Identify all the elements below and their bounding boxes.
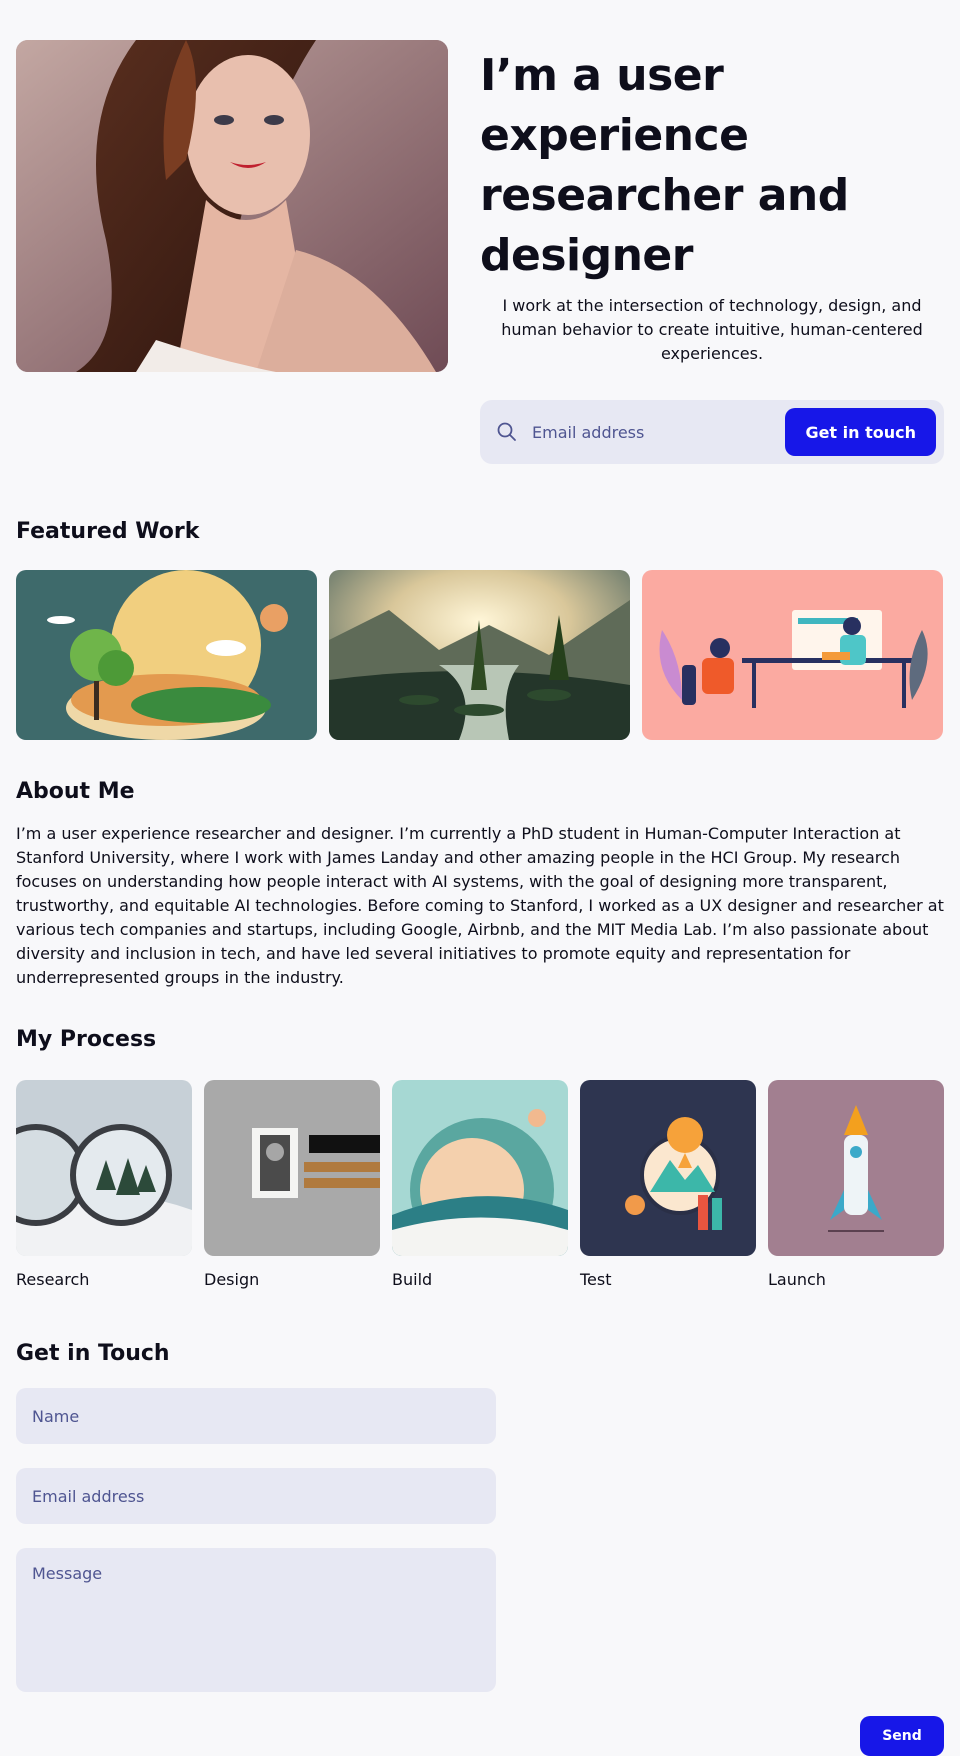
featured-work-title: Featured Work [16,519,200,544]
contact-form [16,1388,496,1692]
process-label: Launch [768,1270,826,1289]
process-label: Research [16,1270,90,1289]
process-label: Test [580,1270,612,1289]
name-field[interactable] [16,1388,496,1444]
featured-work-section: Featured Work [16,518,944,740]
search-icon [496,421,518,443]
contact-title: Get in Touch [16,1341,170,1366]
featured-work-item[interactable] [642,570,943,740]
email-field[interactable] [16,1468,496,1524]
about-title: About Me [16,779,135,804]
hero-subtitle: I work at the intersection of technology… [501,296,923,363]
process-label: Design [204,1270,260,1289]
process-title: My Process [16,1027,157,1052]
send-button[interactable]: Send [860,1716,944,1756]
hero-email-form: Get in touch [480,400,944,464]
hero-email-input[interactable] [532,422,786,442]
hero-portrait-image [16,40,448,372]
hero-section: I’m a user experience researcher and des… [16,0,944,464]
process-step-test[interactable]: Test [580,1080,756,1292]
about-section: About Me I’m a user experience researche… [16,778,944,990]
featured-work-item[interactable] [16,570,317,740]
process-step-launch[interactable]: Launch [768,1080,944,1292]
featured-work-item[interactable] [329,570,630,740]
about-text: I’m a user experience researcher and des… [16,824,944,987]
process-image-research [16,1080,192,1256]
process-step-build[interactable]: Build [392,1080,568,1292]
process-step-design[interactable]: Design [204,1080,380,1292]
process-image-design [204,1080,380,1256]
process-section: My Process Research Design Build Test La… [16,1026,944,1292]
contact-section: Get in Touch Send [16,1340,944,1756]
process-image-test [580,1080,756,1256]
process-step-research[interactable]: Research [16,1080,192,1292]
process-image-build [392,1080,568,1256]
get-in-touch-button[interactable]: Get in touch [785,408,936,456]
hero-title: I’m a user experience researcher and des… [480,50,849,281]
message-field[interactable] [16,1548,496,1692]
process-label: Build [392,1270,433,1289]
process-image-launch [768,1080,944,1256]
